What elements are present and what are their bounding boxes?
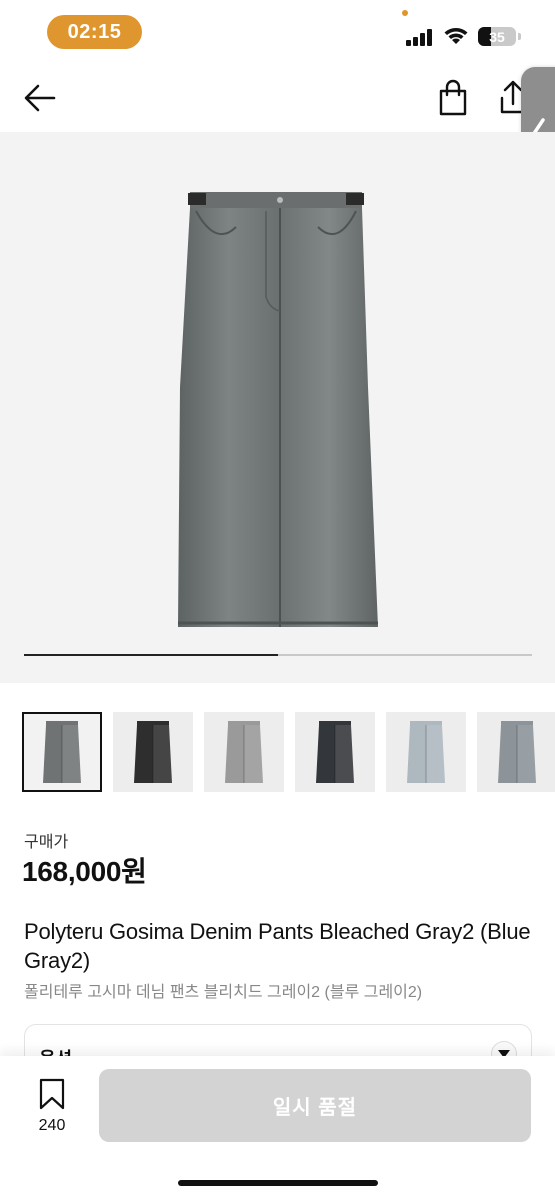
arrow-left-icon: [24, 84, 56, 112]
price-label: 구매가: [24, 834, 69, 851]
thumb-light-blue[interactable]: [386, 712, 466, 792]
nav-bar: [0, 62, 555, 132]
thumbnail-pants-image: [316, 721, 354, 783]
thumbnail-pants-image: [407, 721, 445, 783]
bookmark-count: 240: [38, 1117, 66, 1134]
home-indicator: [178, 1180, 378, 1186]
bookmark-button[interactable]: 240: [30, 1078, 74, 1138]
thumbnail-pants-image: [43, 721, 81, 783]
thumb-blue-gray[interactable]: [477, 712, 555, 792]
thumbnail-pants-image: [498, 721, 536, 783]
battery-percent: 35: [489, 28, 505, 45]
thumbnail-pants-image: [134, 721, 172, 783]
thumb-bleached-gray[interactable]: [204, 712, 284, 792]
wifi-icon: [444, 28, 468, 44]
shopping-bag-icon: [439, 79, 467, 116]
thumb-dark-black[interactable]: [295, 712, 375, 792]
image-progress-fill: [24, 654, 278, 656]
image-progress-track: [24, 654, 532, 656]
product-photo-pants: [178, 192, 378, 627]
bottom-action-bar: 240 일시 품절: [0, 1056, 555, 1200]
battery-icon: 35: [478, 27, 516, 46]
back-button[interactable]: [20, 80, 60, 116]
status-time: 02:15: [47, 15, 142, 49]
cellular-signal-icon: [406, 28, 434, 46]
recording-indicator-dot: [402, 10, 408, 16]
thumb-black[interactable]: [113, 712, 193, 792]
shopping-bag-button[interactable]: [434, 78, 472, 118]
battery-cap: [518, 33, 521, 40]
product-title-english: Polyteru Gosima Denim Pants Bleached Gra…: [24, 919, 531, 973]
thumb-gray[interactable]: [22, 712, 102, 792]
bookmark-icon: [39, 1078, 65, 1110]
product-title-korean: 폴리테루 고시마 데님 팬츠 블리치드 그레이2 (블루 그레이2): [24, 984, 423, 1001]
status-bar: 02:15 35: [0, 0, 555, 62]
thumbnail-pants-image: [225, 721, 263, 783]
product-price: 168,000원: [22, 856, 147, 887]
product-image-carousel[interactable]: [0, 132, 555, 683]
thumbnail-strip: [22, 712, 555, 792]
sold-out-button[interactable]: 일시 품절: [99, 1069, 531, 1142]
